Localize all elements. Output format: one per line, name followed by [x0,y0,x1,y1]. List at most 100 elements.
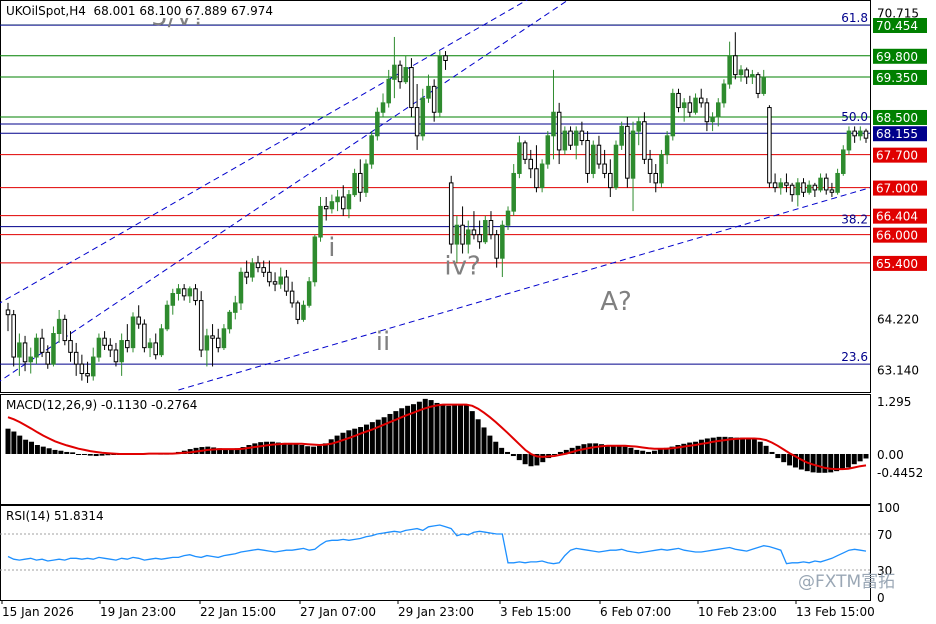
candle-body [278,276,284,285]
macd-bar [40,446,46,454]
macd-bar [681,443,687,454]
macd-bar [593,443,599,454]
time-tick: 27 Jan 07:00 [300,605,376,619]
macd-bar [316,445,322,454]
price-axis: 70.454 69.800 69.350 68.500 67.700 67.000 66.4… [873,7,927,605]
candle-body [693,97,698,113]
candle-body [244,271,249,278]
candle-body [812,184,818,191]
current-price-tag: 68.155 [876,127,918,141]
macd-bar [399,408,405,454]
candle-body [181,288,187,297]
candle-body [579,130,585,142]
trendlines [0,0,870,391]
macd-bar [816,453,822,473]
candle-body [823,177,829,191]
candle-body [261,267,266,273]
macd-bar [863,453,869,459]
macd-bar [540,453,546,463]
candle-body [227,311,232,330]
candle-body [494,234,499,259]
symbol-timeframe: UKOilSpot,H4 [6,4,86,18]
candle-body [11,314,16,358]
price-levels: 61.8 50.0 38.2 23.6 [0,11,870,365]
candle-body [233,302,238,313]
candle-body [858,130,863,137]
candle-body [562,130,568,151]
macd-bar [440,404,446,454]
candle-body [704,102,710,123]
macd-bar [369,422,375,454]
candle-body [801,182,806,193]
candle-body [380,102,386,113]
candle-body [272,281,278,285]
candle-body [96,337,102,358]
candle-body [653,172,659,184]
candle-body [483,220,488,243]
candle-body [318,205,323,238]
candle-body [488,220,494,236]
candle-body [5,309,11,316]
candle-body [664,135,670,156]
candle-body [477,234,482,243]
macd-bar [264,441,270,454]
candle-body [79,363,85,375]
candle-body [28,356,33,363]
candle-body [323,205,329,210]
macd-bar [452,404,458,454]
candle-body [17,342,22,358]
candle-body [102,337,107,346]
candle-body [193,288,198,302]
macd-bar [52,449,58,454]
macd-bar [751,439,757,454]
candle-body [568,130,573,146]
candles [5,32,869,383]
macd-bar [387,413,393,454]
candle-body [386,78,391,104]
candle-body [761,76,766,94]
time-axis: 15 Jan 2026 19 Jan 23:00 22 Jan 15:00 27 Ja… [1,600,875,619]
macd-bar [393,411,399,454]
open-value: 68.001 [93,4,136,18]
macd-bar [258,442,264,454]
macd-bar [305,446,311,454]
candle-body [113,349,119,363]
macd-tick: 0.00 [877,448,904,462]
candle-body [295,302,301,320]
rsi-tick: 0 [877,591,885,605]
trendline [178,187,870,391]
price-tick: 70.715 [877,7,919,21]
candle-body [142,323,147,349]
candle-body [852,130,857,137]
candle-body [39,337,45,353]
candle-body [335,196,340,203]
candle-body [414,107,420,137]
rsi-tick: 100 [877,501,900,515]
macd-bar [763,445,769,454]
candle-body [642,121,647,160]
candle-body [767,107,772,184]
candle-body [153,342,158,356]
macd-bar [99,453,105,456]
macd-bar [693,441,699,454]
macd-bar [340,432,346,454]
rsi-label: RSI(14) 51.8314 [4,509,106,523]
candle-body [636,121,641,132]
wave-label: i [328,233,335,263]
macd-bar [687,442,693,454]
time-tick: 19 Jan 23:00 [100,605,176,619]
time-tick: 29 Jan 23:00 [398,605,474,619]
macd-bar [710,437,716,454]
candle-body [602,163,607,174]
macd-bar [757,441,763,454]
candle-body [727,55,732,85]
watermark: @FXTM富拓 [798,572,895,592]
candle-body [198,300,204,351]
support-tag: 67.700 [876,149,918,163]
candle-body [454,224,460,245]
candle-body [596,144,602,165]
macd-bar [434,402,440,454]
candle-body [613,144,619,189]
macd-bar [775,453,781,459]
macd-bar [458,404,464,454]
